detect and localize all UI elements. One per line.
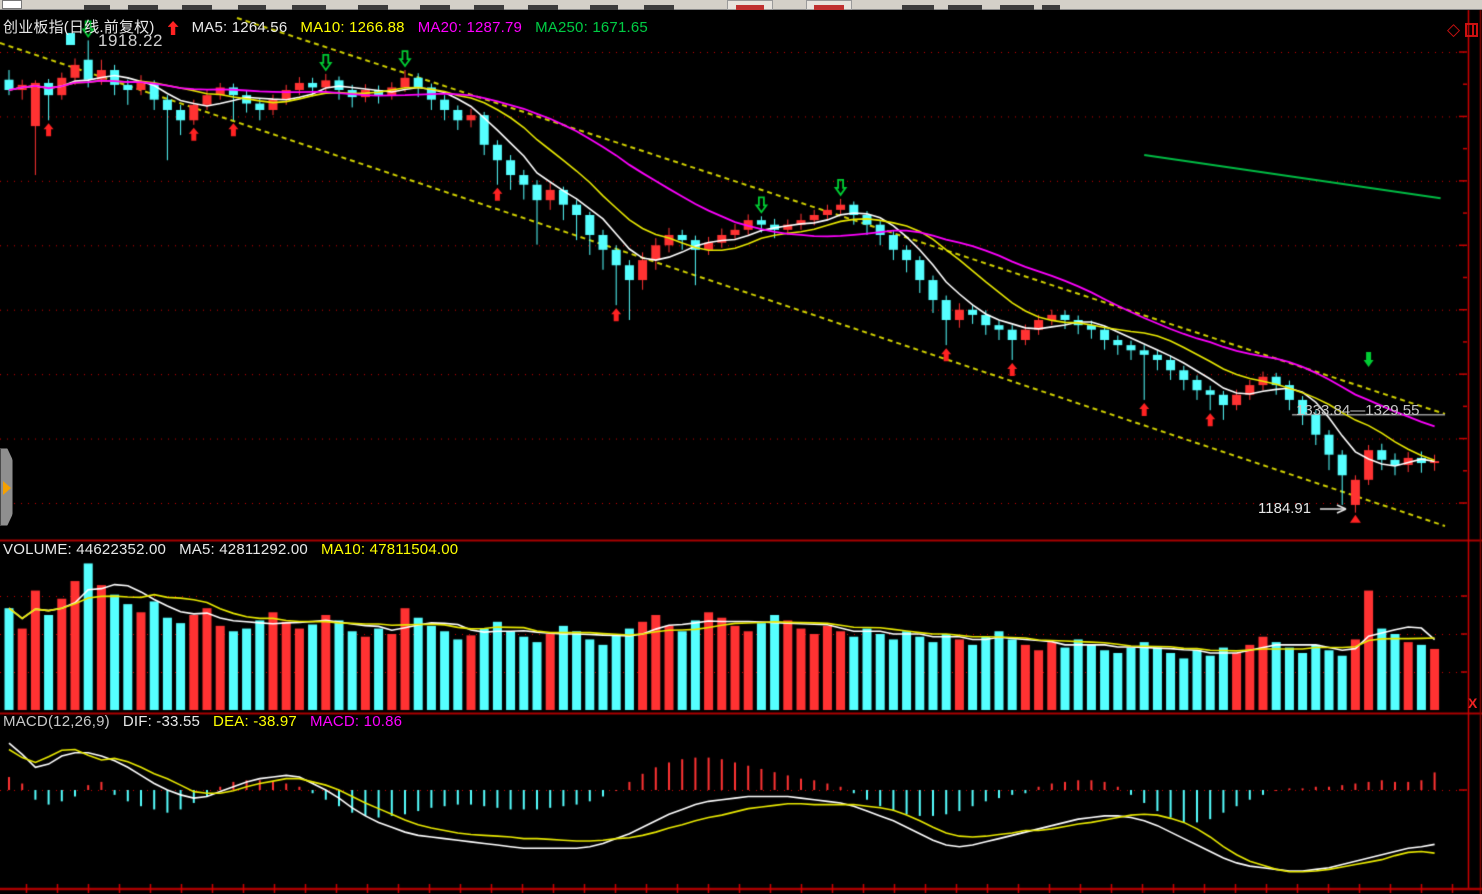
macd-header: MACD(12,26,9) DIF: -33.55 DEA: -38.97 MA… (3, 714, 402, 730)
ma10-value: MA10: 1266.88 (300, 19, 405, 36)
ma20-value: MA20: 1287.79 (417, 19, 523, 36)
low-price-label: 1184.91 (1258, 500, 1312, 517)
volume-value: VOLUME: 44622352.00 (3, 541, 167, 558)
up-arrow-icon (167, 21, 179, 35)
macd-title: MACD(12,26,9) (3, 713, 110, 730)
stock-app-window: 创业板指(日线.前复权) MA5: 1264.56 MA10: 1266.88 … (0, 0, 1482, 894)
high-price-label: 1918.22 (98, 31, 163, 50)
close-x-icon[interactable]: X (1468, 695, 1477, 711)
ma5-value: MA5: 1264.56 (191, 19, 288, 36)
volume-ma10-value: MA10: 47811504.00 (320, 541, 459, 558)
menu-bar[interactable] (0, 0, 1482, 10)
diamond-icon[interactable]: ◇ (1447, 21, 1460, 38)
volume-ma5-value: MA5: 42811292.00 (179, 541, 308, 558)
sidebar-flyout-handle[interactable] (0, 448, 13, 526)
dea-value: DEA: -38.97 (213, 713, 297, 730)
flyout-arrow-icon (3, 481, 11, 495)
volume-header: VOLUME: 44622352.00 MA5: 42811292.00 MA1… (3, 542, 458, 558)
macd-value: MACD: 10.86 (309, 713, 403, 730)
window-pane-icon[interactable] (1465, 22, 1479, 37)
ma250-value: MA250: 1671.65 (535, 19, 648, 36)
chart-canvas[interactable] (0, 0, 1482, 894)
alert-price-label: 1333.84—1329.55 (1296, 402, 1420, 419)
dif-value: DIF: -33.55 (122, 713, 201, 730)
menu-logo-box (2, 0, 22, 9)
